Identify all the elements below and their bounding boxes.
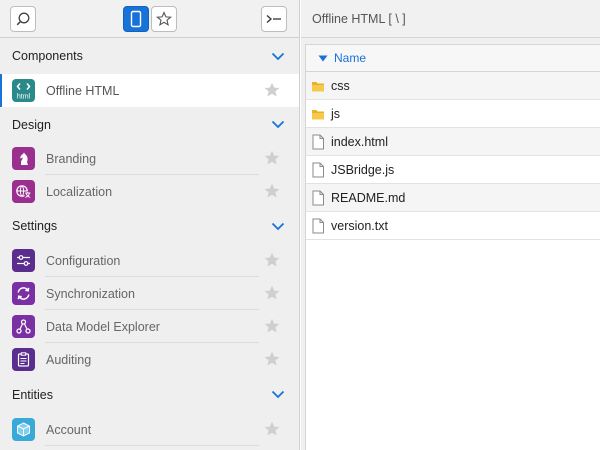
html-icon-label: html bbox=[17, 94, 31, 101]
chevron-down-icon[interactable] bbox=[271, 390, 285, 399]
section-title: Design bbox=[12, 117, 51, 132]
star-icon[interactable] bbox=[263, 317, 281, 335]
html-icon: html bbox=[12, 79, 35, 102]
search-button[interactable] bbox=[10, 6, 36, 32]
file-list: css js index.html JSBridge.js README.md … bbox=[306, 72, 600, 240]
star-icon bbox=[156, 11, 172, 26]
sidebar-item-account[interactable]: Account bbox=[0, 413, 299, 446]
file-name: css bbox=[331, 78, 350, 93]
file-name: JSBridge.js bbox=[331, 162, 395, 177]
chevron-down-icon[interactable] bbox=[271, 120, 285, 129]
section-title: Components bbox=[12, 49, 83, 63]
sidebar-item-configuration[interactable]: Configuration bbox=[0, 244, 299, 277]
sidebar-item-branding[interactable]: Branding bbox=[0, 142, 299, 175]
sidebar-item-label: Data Model Explorer bbox=[46, 319, 160, 334]
sync-icon bbox=[12, 282, 35, 305]
column-header-name[interactable]: Name bbox=[306, 45, 600, 72]
sidebar-item-label: Synchronization bbox=[46, 286, 135, 301]
section-header-settings[interactable]: Settings bbox=[0, 208, 299, 244]
file-name: version.txt bbox=[331, 218, 388, 233]
file-icon bbox=[312, 162, 324, 177]
sidebar-item-label: Offline HTML bbox=[46, 83, 120, 98]
sidebar: Components html Offline HTML Design Bran… bbox=[0, 0, 300, 450]
section-header-design[interactable]: Design bbox=[0, 107, 299, 142]
chess-knight-icon bbox=[12, 147, 35, 170]
page-title: Offline HTML [ \ ] bbox=[312, 11, 406, 26]
sidebar-item-data-model-explorer[interactable]: Data Model Explorer bbox=[0, 310, 299, 343]
phone-icon bbox=[130, 10, 142, 28]
sidebar-item-label: Account bbox=[46, 422, 92, 437]
star-icon[interactable] bbox=[263, 251, 281, 269]
star-icon[interactable] bbox=[263, 81, 281, 99]
star-icon[interactable] bbox=[263, 350, 281, 368]
star-icon[interactable] bbox=[263, 420, 281, 438]
chevron-down-icon[interactable] bbox=[271, 222, 285, 231]
sidebar-item-label: Branding bbox=[46, 151, 97, 166]
section-title: Entities bbox=[12, 387, 53, 402]
file-row[interactable]: js bbox=[306, 100, 600, 128]
cube-icon bbox=[12, 418, 35, 441]
sidebar-item-label: Localization bbox=[46, 184, 113, 199]
sidebar-item-localization[interactable]: Localization bbox=[0, 175, 299, 208]
column-header-label: Name bbox=[334, 51, 367, 65]
file-row[interactable]: version.txt bbox=[306, 212, 600, 240]
sidebar-item-auditing[interactable]: Auditing bbox=[0, 343, 299, 376]
file-name: index.html bbox=[331, 134, 388, 149]
folder-icon bbox=[312, 109, 324, 119]
search-icon bbox=[16, 12, 30, 26]
file-icon bbox=[312, 190, 324, 205]
section-header-components[interactable]: Components bbox=[0, 38, 299, 74]
clipboard-icon bbox=[12, 348, 35, 371]
star-icon[interactable] bbox=[263, 284, 281, 302]
file-name: README.md bbox=[331, 190, 406, 205]
sidebar-toolbar bbox=[0, 0, 299, 38]
main-panel: Offline HTML [ \ ] Name css js index.htm… bbox=[301, 0, 600, 450]
star-icon[interactable] bbox=[263, 149, 281, 167]
collapse-button[interactable] bbox=[261, 6, 287, 32]
file-row[interactable]: css bbox=[306, 72, 600, 100]
globe-translate-icon bbox=[12, 180, 35, 203]
sort-descending-icon bbox=[318, 55, 328, 61]
divider bbox=[45, 445, 259, 446]
file-row[interactable]: JSBridge.js bbox=[306, 156, 600, 184]
file-icon bbox=[312, 134, 324, 149]
device-view-button[interactable] bbox=[123, 6, 149, 32]
folder-icon bbox=[312, 81, 324, 91]
collapse-icon bbox=[266, 15, 281, 23]
file-name: js bbox=[331, 106, 341, 121]
file-browser: Name css js index.html JSBridge.js READM… bbox=[305, 44, 600, 450]
section-header-entities[interactable]: Entities bbox=[0, 376, 299, 413]
section-title: Settings bbox=[12, 219, 58, 233]
sidebar-item-label: Configuration bbox=[46, 253, 121, 268]
sliders-icon bbox=[12, 249, 35, 272]
sidebar-item-label: Auditing bbox=[46, 352, 92, 367]
star-icon[interactable] bbox=[263, 182, 281, 200]
file-row[interactable]: index.html bbox=[306, 128, 600, 156]
sidebar-item-synchronization[interactable]: Synchronization bbox=[0, 277, 299, 310]
main-header: Offline HTML [ \ ] bbox=[301, 0, 600, 38]
file-row[interactable]: README.md bbox=[306, 184, 600, 212]
chevron-down-icon[interactable] bbox=[271, 52, 285, 61]
sidebar-item-offline-html[interactable]: html Offline HTML bbox=[0, 74, 299, 107]
file-icon bbox=[312, 218, 324, 233]
graph-icon bbox=[12, 315, 35, 338]
favorites-button[interactable] bbox=[151, 6, 177, 32]
